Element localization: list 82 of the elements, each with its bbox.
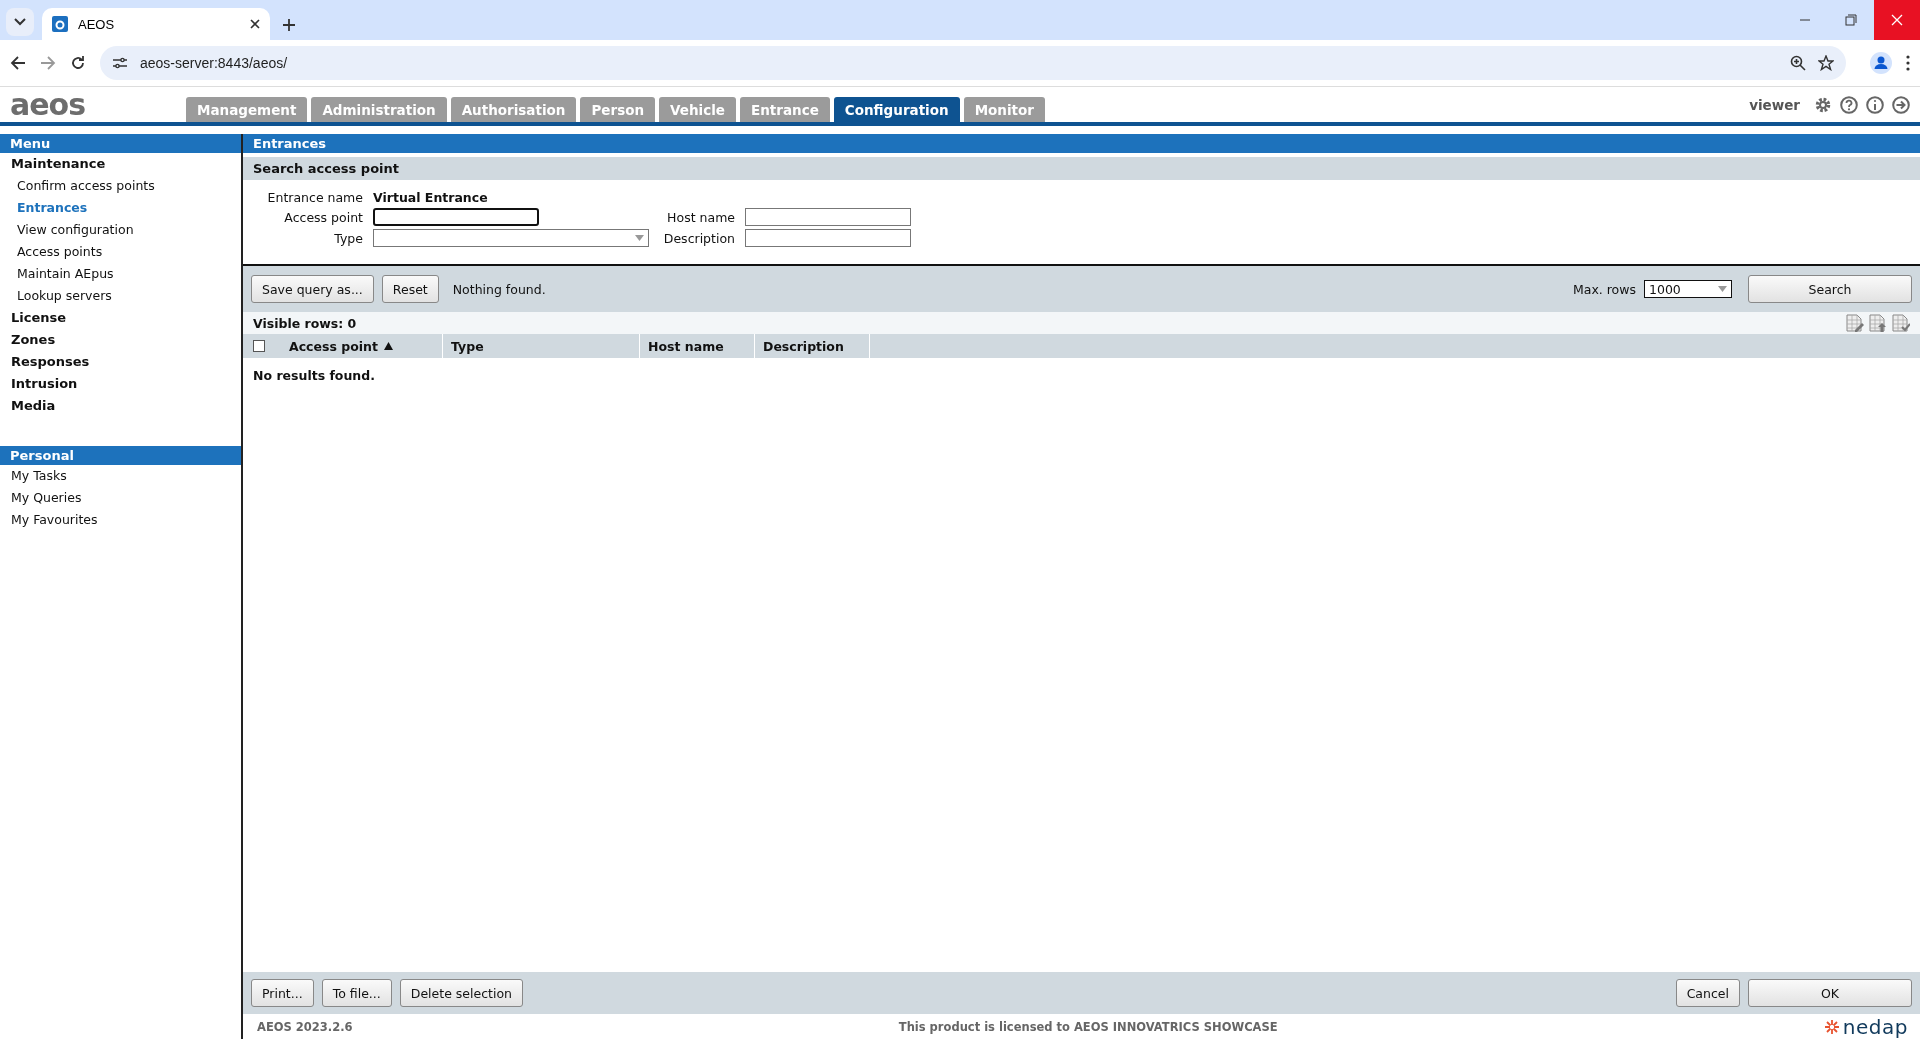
menu-item[interactable]: Lookup servers <box>0 285 241 307</box>
action-button[interactable]: Cancel <box>1675 979 1740 1007</box>
aeos-logo: aeos <box>9 89 87 120</box>
menu-item[interactable]: Entrances <box>0 197 241 219</box>
field-label: Description <box>662 230 735 246</box>
site-settings-icon[interactable] <box>112 56 128 70</box>
reload-icon[interactable] <box>70 55 86 71</box>
edit-table-icon[interactable] <box>1846 314 1864 332</box>
menu-item[interactable]: Responses <box>0 351 241 373</box>
new-tab-icon[interactable] <box>282 18 296 32</box>
menu-item[interactable]: My Favourites <box>0 509 241 531</box>
description-field[interactable] <box>745 229 911 247</box>
section-header: Search access point <box>243 157 1920 180</box>
max-rows-value: 1000 <box>1649 281 1681 297</box>
menu-item[interactable]: My Queries <box>0 487 241 509</box>
max-rows-label: Max. rows <box>1572 281 1636 297</box>
logout-icon[interactable] <box>1892 95 1910 114</box>
search-button[interactable]: Search <box>1748 275 1912 303</box>
info-icon[interactable] <box>1866 95 1884 114</box>
menu-item[interactable]: Intrusion <box>0 373 241 395</box>
nedap-logo: nedap <box>1842 1016 1908 1037</box>
visible-rows-count: Visible rows: 0 <box>253 315 357 331</box>
empty-table-message: No results found. <box>252 367 376 385</box>
nav-tab[interactable]: Configuration <box>833 97 960 122</box>
column-header[interactable]: Access point <box>289 338 393 354</box>
version-text: AEOS 2023.2.6 <box>257 1019 353 1034</box>
column-header[interactable]: Description <box>763 338 844 354</box>
more-menu-icon[interactable] <box>1906 55 1910 71</box>
star-burst-icon <box>1823 1018 1840 1035</box>
tab-title: AEOS <box>78 16 116 32</box>
action-button[interactable]: To file... <box>321 979 392 1007</box>
type-dropdown[interactable] <box>373 229 649 247</box>
zoom-in-icon[interactable] <box>1790 55 1806 71</box>
menu-item[interactable]: Media <box>0 395 241 417</box>
entrance-name-value: Virtual Entrance <box>373 190 489 205</box>
host-name-field[interactable] <box>745 208 911 226</box>
app-favicon-icon <box>52 16 68 32</box>
toolbar-button[interactable]: Reset <box>381 275 439 303</box>
dropdown-arrow-icon <box>635 235 644 241</box>
user-name: viewer <box>1749 96 1800 113</box>
tab-list-button[interactable] <box>6 8 34 36</box>
menu-item[interactable]: License <box>0 307 241 329</box>
access-point-field[interactable] <box>373 208 539 226</box>
toolbar-button[interactable]: Save query as... <box>251 275 374 303</box>
menu-item[interactable]: Maintain AEpus <box>0 263 241 285</box>
export-table-icon[interactable] <box>1869 314 1887 332</box>
action-button[interactable]: Print... <box>251 979 314 1007</box>
profile-icon[interactable] <box>1870 52 1892 74</box>
action-button[interactable]: OK <box>1748 979 1912 1007</box>
forward-arrow-icon[interactable] <box>40 55 56 71</box>
menu-item[interactable]: Confirm access points <box>0 175 241 197</box>
menu-item[interactable]: My Tasks <box>0 465 241 487</box>
menu-header: Menu <box>0 134 241 153</box>
menu-item[interactable]: Zones <box>0 329 241 351</box>
sort-ascending-icon <box>383 342 393 350</box>
gear-icon[interactable] <box>1814 95 1832 114</box>
url-text: aeos-server:8443/aeos/ <box>140 55 289 71</box>
back-arrow-icon[interactable] <box>10 55 26 71</box>
license-text: This product is licensed to AEOS INNOVATRICS SHOWCASE <box>897 1019 1279 1034</box>
star-icon[interactable] <box>1818 55 1834 71</box>
address-bar[interactable]: aeos-server:8443/aeos/ <box>100 46 1846 80</box>
check-table-icon[interactable] <box>1892 314 1910 332</box>
max-rows-dropdown[interactable]: 1000 <box>1644 280 1732 298</box>
close-icon[interactable] <box>250 19 260 29</box>
help-icon[interactable] <box>1840 95 1858 114</box>
personal-header: Personal <box>0 446 241 465</box>
menu-item[interactable]: Access points <box>0 241 241 263</box>
menu-item[interactable]: View configuration <box>0 219 241 241</box>
field-label: Access point <box>283 209 363 225</box>
panel-title-bar: Entrances <box>243 134 1920 153</box>
dropdown-arrow-icon <box>1718 286 1727 292</box>
action-button[interactable]: Delete selection <box>399 979 523 1007</box>
menu-item[interactable]: Maintenance <box>0 153 241 175</box>
chevron-down-icon <box>14 18 26 26</box>
field-label: Host name <box>666 209 735 225</box>
browser-tab[interactable]: AEOS <box>42 8 270 40</box>
column-header[interactable]: Type <box>451 338 484 354</box>
field-label: Entrance name <box>266 190 363 205</box>
field-label: Type <box>333 230 363 246</box>
select-all-checkbox[interactable] <box>253 340 265 352</box>
column-header[interactable]: Host name <box>648 338 724 354</box>
status-message: Nothing found. <box>452 281 546 297</box>
